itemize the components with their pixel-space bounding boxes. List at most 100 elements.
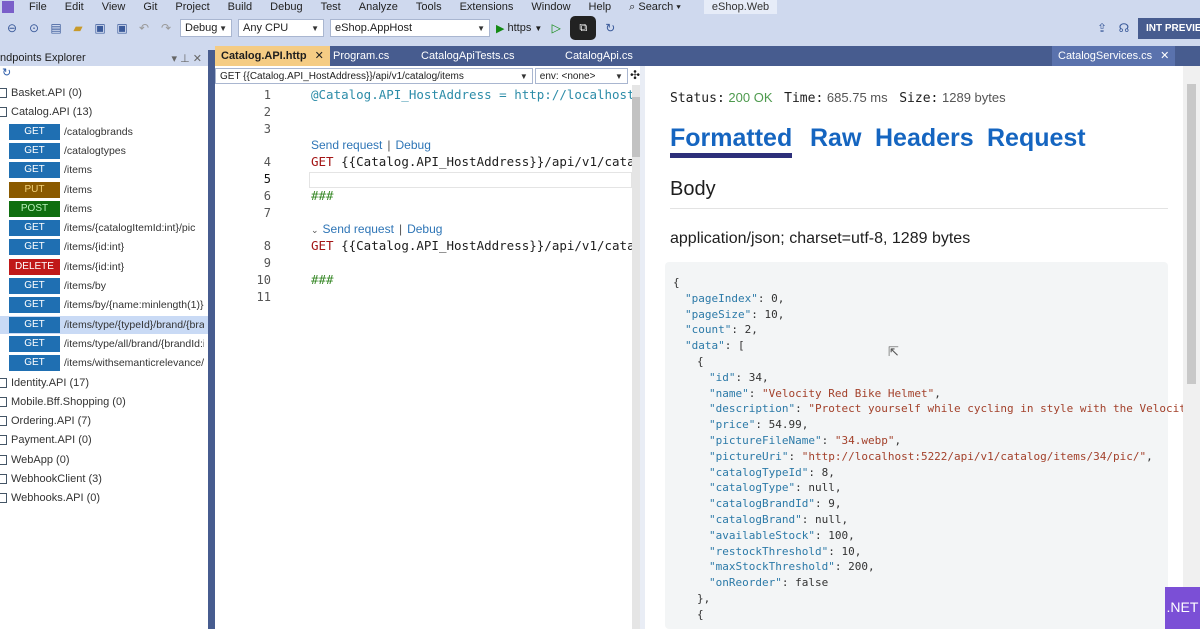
split-icon[interactable]: ✣ bbox=[630, 68, 640, 84]
menu-extensions[interactable]: Extensions bbox=[451, 1, 523, 13]
close-icon[interactable]: ✕ bbox=[193, 53, 202, 65]
tree-group[interactable]: Mobile.Bff.Shopping (0) bbox=[0, 393, 126, 411]
json-value: : 34, bbox=[735, 370, 769, 384]
menu-file[interactable]: File bbox=[20, 1, 56, 13]
preview-badge[interactable]: INT PREVIEW bbox=[1138, 17, 1200, 39]
startup-project-select[interactable]: eShop.AppHost ▼ bbox=[330, 19, 490, 37]
send-request-link[interactable]: Send request bbox=[311, 138, 382, 152]
back-icon[interactable]: ⊖ bbox=[4, 21, 20, 35]
code-line[interactable]: @Catalog.API_HostAddress = http://localh… bbox=[311, 87, 633, 102]
tab-request[interactable]: Request bbox=[987, 124, 1086, 153]
menu-test[interactable]: Test bbox=[312, 1, 350, 13]
save-icon[interactable]: ▣ bbox=[92, 21, 108, 35]
tab-catalogservices-cs[interactable]: CatalogServices.cs ✕ bbox=[1052, 46, 1176, 66]
endpoint-item[interactable]: GET/items/{id:int} bbox=[0, 238, 208, 256]
tab-catalogapitests-cs[interactable]: CatalogApiTests.cs bbox=[415, 46, 521, 66]
tree-group[interactable]: Ordering.API (7) bbox=[0, 412, 91, 430]
tab-headers[interactable]: Headers bbox=[875, 124, 974, 153]
tree-group[interactable]: Payment.API (0) bbox=[0, 431, 92, 449]
platform-select[interactable]: Any CPU ▼ bbox=[238, 19, 324, 37]
tree-group[interactable]: WebhookClient (3) bbox=[0, 470, 102, 488]
chevron-icon: ⌄ bbox=[311, 225, 319, 235]
save-all-icon[interactable]: ▣ bbox=[114, 21, 130, 35]
tree-group[interactable]: Basket.API (0) bbox=[0, 84, 82, 102]
editor-scrollbar[interactable] bbox=[632, 85, 640, 629]
status-label: Status: bbox=[670, 91, 725, 106]
json-key: "catalogType" bbox=[709, 481, 796, 495]
undo-icon[interactable]: ↶ bbox=[136, 21, 152, 35]
menu-help[interactable]: Help bbox=[580, 1, 621, 13]
http-editor[interactable]: GET {{Catalog.API_HostAddress}}/api/v1/c… bbox=[215, 66, 640, 629]
pin-icon[interactable]: ⊥ bbox=[180, 53, 190, 65]
endpoint-item[interactable]: GET/items bbox=[0, 161, 208, 179]
menu-tools[interactable]: Tools bbox=[407, 1, 451, 13]
debug-link[interactable]: Debug bbox=[407, 222, 442, 236]
start-without-debug-icon[interactable]: ▷ bbox=[548, 21, 564, 35]
share-icon[interactable]: ⇪ bbox=[1094, 21, 1110, 35]
tree-group[interactable]: Webhooks.API (0) bbox=[0, 489, 100, 507]
endpoint-item[interactable]: PUT/items bbox=[0, 181, 208, 199]
panel-divider[interactable] bbox=[208, 50, 215, 629]
tab-raw[interactable]: Raw bbox=[810, 124, 861, 153]
endpoint-item[interactable]: GET/items/type/all/brand/{brandId:int} bbox=[0, 335, 208, 353]
json-line: }, bbox=[697, 592, 710, 605]
tab-program-cs[interactable]: Program.cs bbox=[327, 46, 395, 66]
endpoint-item[interactable]: GET/items/withsemanticrelevance/{text} bbox=[0, 354, 208, 372]
endpoint-path: /catalogbrands bbox=[64, 125, 133, 138]
request-url: {{Catalog.API_HostAddress}}/api/v1/catal… bbox=[341, 238, 633, 253]
endpoint-item[interactable]: POST/items bbox=[0, 200, 208, 218]
endpoint-item[interactable]: GET/catalogbrands bbox=[0, 123, 208, 141]
code-line[interactable]: ### bbox=[311, 188, 633, 203]
endpoint-item[interactable]: GET/items/{catalogItemId:int}/pic bbox=[0, 219, 208, 237]
redo-icon[interactable]: ↷ bbox=[158, 21, 174, 35]
json-line: "count": 2, bbox=[685, 323, 758, 336]
code-line[interactable]: GET {{Catalog.API_HostAddress}}/api/v1/c… bbox=[311, 238, 633, 253]
code-line[interactable]: GET {{Catalog.API_HostAddress}}/api/v1/c… bbox=[311, 154, 633, 169]
menu-build[interactable]: Build bbox=[219, 1, 261, 13]
json-key: "pictureUri" bbox=[709, 449, 789, 463]
line-number: 7 bbox=[263, 206, 271, 220]
json-value: : 200, bbox=[834, 560, 875, 574]
menu-edit[interactable]: Edit bbox=[56, 1, 93, 13]
menu-debug[interactable]: Debug bbox=[261, 1, 311, 13]
request-select[interactable]: GET {{Catalog.API_HostAddress}}/api/v1/c… bbox=[215, 68, 533, 84]
endpoint-item[interactable]: GET/items/by/{name:minlength(1)} bbox=[0, 296, 208, 314]
feedback-icon[interactable]: ☊ bbox=[1116, 21, 1132, 35]
endpoints-explorer: ndpoints Explorer ▾ ⊥ ✕ ↻ Basket.API (0)… bbox=[0, 50, 208, 629]
run-button[interactable]: ▶ https ▼ bbox=[496, 22, 542, 35]
menu-project[interactable]: Project bbox=[166, 1, 218, 13]
debug-link[interactable]: Debug bbox=[396, 138, 431, 152]
endpoint-item[interactable]: GET/items/type/{typeId}/brand/{brandId} bbox=[0, 315, 208, 334]
new-project-icon[interactable]: ▤ bbox=[48, 21, 64, 35]
search-box[interactable]: ⌕ Search ▾ bbox=[620, 1, 690, 14]
endpoint-item[interactable]: GET/items/by bbox=[0, 277, 208, 295]
forward-icon[interactable]: ⊙ bbox=[26, 21, 42, 35]
tree-group[interactable]: Identity.API (17) bbox=[0, 374, 89, 392]
close-tab-icon[interactable]: ✕ bbox=[1160, 50, 1169, 62]
tree-group[interactable]: WebApp (0) bbox=[0, 451, 70, 469]
tree-group[interactable]: Catalog.API (13) bbox=[0, 103, 92, 121]
code-line[interactable]: ### bbox=[311, 272, 633, 287]
open-folder-icon[interactable]: ▰ bbox=[70, 21, 86, 35]
menu-git[interactable]: Git bbox=[134, 1, 166, 13]
close-tab-icon[interactable]: ✕ bbox=[315, 50, 324, 62]
menu-view[interactable]: View bbox=[93, 1, 135, 13]
endpoint-item[interactable]: DELETE/items/{id:int} bbox=[0, 258, 208, 276]
codelens: Send request | Debug bbox=[311, 138, 431, 152]
configuration-select[interactable]: Debug ▼ bbox=[180, 19, 232, 37]
menu-analyze[interactable]: Analyze bbox=[350, 1, 407, 13]
refresh-icon[interactable]: ↻ bbox=[602, 21, 618, 35]
tab-catalogapi-cs[interactable]: CatalogApi.cs bbox=[559, 46, 639, 66]
menu-window[interactable]: Window bbox=[522, 1, 579, 13]
refresh-icon[interactable]: ↻ bbox=[0, 66, 208, 79]
environment-select[interactable]: env: <none> ▼ bbox=[534, 68, 628, 84]
response-scrollbar[interactable] bbox=[1183, 66, 1200, 629]
endpoint-item[interactable]: GET/catalogtypes bbox=[0, 142, 208, 160]
response-status: Status: 200 OK Time: 685.75 ms Size: 128… bbox=[670, 90, 1006, 106]
play-icon: ▶ bbox=[496, 22, 505, 35]
tab-catalog-api-http[interactable]: Catalog.API.http ✕ bbox=[215, 46, 330, 66]
restore-window-icon[interactable]: ⧉ bbox=[570, 16, 597, 40]
send-request-link[interactable]: Send request bbox=[323, 222, 394, 236]
dropdown-icon[interactable]: ▾ bbox=[172, 53, 178, 65]
tab-formatted[interactable]: Formatted bbox=[670, 124, 793, 158]
